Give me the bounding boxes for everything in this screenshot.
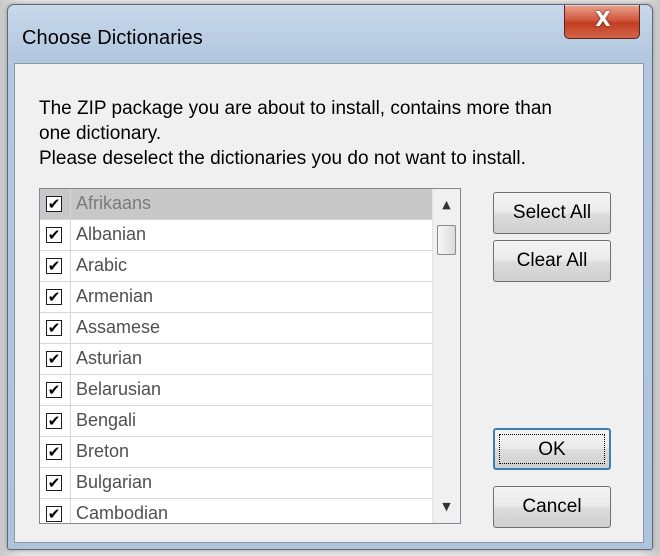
checkbox-cell: ✔ xyxy=(40,189,71,219)
ok-button[interactable]: OK xyxy=(493,428,611,470)
dictionary-checkbox[interactable]: ✔ xyxy=(46,443,62,461)
instruction-line-1: The ZIP package you are about to install… xyxy=(39,98,552,119)
checkbox-cell: ✔ xyxy=(40,375,71,405)
dictionary-checkbox[interactable]: ✔ xyxy=(46,257,62,275)
check-icon: ✔ xyxy=(47,226,61,244)
title-bar[interactable]: Choose Dictionaries X xyxy=(8,5,652,63)
checkbox-cell: ✔ xyxy=(40,468,71,498)
check-icon: ✔ xyxy=(47,412,61,430)
list-item[interactable]: ✔ Afrikaans xyxy=(40,189,432,220)
list-item[interactable]: ✔ Cambodian xyxy=(40,499,432,523)
dictionary-label: Assamese xyxy=(76,317,161,337)
clear-all-button[interactable]: Clear All xyxy=(493,240,611,282)
checkbox-cell: ✔ xyxy=(40,499,71,523)
check-icon: ✔ xyxy=(47,505,61,523)
checkbox-cell: ✔ xyxy=(40,220,71,250)
instruction-line-2: one dictionary. xyxy=(39,123,162,144)
scroll-down-icon[interactable]: ▼ xyxy=(433,495,460,519)
dictionary-label: Bengali xyxy=(76,410,137,430)
dictionary-rows: ✔ Afrikaans ✔ Albanian ✔ Arabic ✔ Armenian ✔ Assa… xyxy=(40,189,432,523)
check-icon: ✔ xyxy=(47,443,61,461)
dictionary-label: Albanian xyxy=(76,224,147,244)
checkbox-cell: ✔ xyxy=(40,406,71,436)
checkbox-cell: ✔ xyxy=(40,344,71,374)
list-scrollbar[interactable]: ▲ ▼ xyxy=(432,189,460,523)
dictionary-label: Cambodian xyxy=(76,503,169,523)
list-item[interactable]: ✔ Assamese xyxy=(40,313,432,344)
dictionary-label: Breton xyxy=(76,441,130,461)
dictionary-checkbox[interactable]: ✔ xyxy=(46,474,62,492)
list-item[interactable]: ✔ Arabic xyxy=(40,251,432,282)
close-icon: X xyxy=(595,7,611,31)
close-button[interactable]: X xyxy=(564,5,640,39)
window-title: Choose Dictionaries xyxy=(22,27,203,49)
scrollbar-thumb[interactable] xyxy=(437,225,456,255)
instruction-line-3: Please deselect the dictionaries you do … xyxy=(39,148,526,169)
dictionary-checkbox[interactable]: ✔ xyxy=(46,350,62,368)
dictionary-label: Belarusian xyxy=(76,379,162,399)
checkbox-cell: ✔ xyxy=(40,437,71,467)
dictionary-checkbox[interactable]: ✔ xyxy=(46,226,62,244)
list-item[interactable]: ✔ Breton xyxy=(40,437,432,468)
dictionary-checkbox[interactable]: ✔ xyxy=(46,319,62,337)
checkbox-cell: ✔ xyxy=(40,313,71,343)
dictionary-list[interactable]: ✔ Afrikaans ✔ Albanian ✔ Arabic ✔ Armenian ✔ Assa… xyxy=(39,188,461,524)
scroll-up-icon[interactable]: ▲ xyxy=(433,193,460,217)
list-item[interactable]: ✔ Bulgarian xyxy=(40,468,432,499)
cancel-button[interactable]: Cancel xyxy=(493,486,611,528)
dictionary-checkbox[interactable]: ✔ xyxy=(46,288,62,306)
dictionary-label: Armenian xyxy=(76,286,154,306)
dictionary-checkbox[interactable]: ✔ xyxy=(46,195,62,213)
check-icon: ✔ xyxy=(47,288,61,306)
checkbox-cell: ✔ xyxy=(40,251,71,281)
list-item[interactable]: ✔ Asturian xyxy=(40,344,432,375)
dictionary-label: Asturian xyxy=(76,348,143,368)
dictionary-label: Arabic xyxy=(76,255,128,275)
check-icon: ✔ xyxy=(47,195,61,213)
check-icon: ✔ xyxy=(47,381,61,399)
check-icon: ✔ xyxy=(47,474,61,492)
list-item[interactable]: ✔ Albanian xyxy=(40,220,432,251)
dictionary-checkbox[interactable]: ✔ xyxy=(46,412,62,430)
dictionary-label: Afrikaans xyxy=(76,193,152,213)
check-icon: ✔ xyxy=(47,350,61,368)
ok-button-label: OK xyxy=(499,434,605,464)
instruction-text: The ZIP package you are about to install… xyxy=(39,96,639,171)
dictionary-label: Bulgarian xyxy=(76,472,153,492)
dictionary-checkbox[interactable]: ✔ xyxy=(46,505,62,523)
checkbox-cell: ✔ xyxy=(40,282,71,312)
list-item[interactable]: ✔ Armenian xyxy=(40,282,432,313)
select-all-button[interactable]: Select All xyxy=(493,192,611,234)
check-icon: ✔ xyxy=(47,257,61,275)
dialog-body: The ZIP package you are about to install… xyxy=(14,63,644,543)
check-icon: ✔ xyxy=(47,319,61,337)
list-item[interactable]: ✔ Belarusian xyxy=(40,375,432,406)
dictionary-checkbox[interactable]: ✔ xyxy=(46,381,62,399)
list-item[interactable]: ✔ Bengali xyxy=(40,406,432,437)
choose-dictionaries-dialog: Choose Dictionaries X The ZIP package yo… xyxy=(7,4,653,550)
